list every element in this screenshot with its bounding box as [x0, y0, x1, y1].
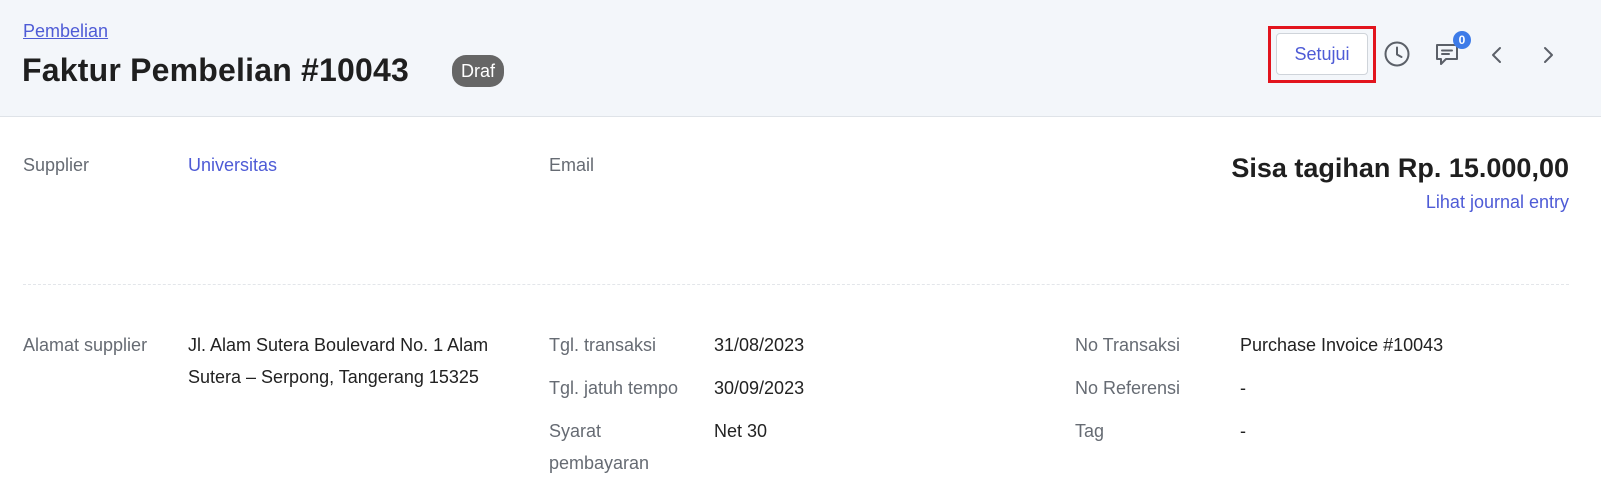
remaining-balance: Sisa tagihan Rp. 15.000,00: [1231, 153, 1569, 183]
email-label: Email: [549, 155, 595, 175]
approve-button[interactable]: Setujui: [1276, 33, 1368, 75]
payment-terms-value: Net 30: [714, 421, 768, 441]
reference-no-label: No Referensi: [1075, 378, 1181, 398]
section-divider: [23, 284, 1569, 285]
page-title: Faktur Pembelian #10043: [22, 52, 410, 88]
clock-icon: [1384, 41, 1410, 67]
address-label: Alamat supplier: [23, 335, 148, 355]
history-button[interactable]: [1380, 37, 1414, 71]
tag-value: -: [1240, 421, 1246, 441]
address-value: Jl. Alam Sutera Boulevard No. 1 Alam Sut…: [188, 335, 489, 387]
next-button[interactable]: [1531, 38, 1565, 72]
supplier-name-link[interactable]: Universitas: [188, 149, 277, 181]
previous-button[interactable]: [1480, 38, 1514, 72]
reference-no-value: -: [1240, 378, 1246, 398]
supplier-label: Supplier: [23, 155, 90, 175]
journal-entry-link[interactable]: Lihat journal entry: [1426, 192, 1569, 213]
tag-label: Tag: [1075, 421, 1105, 441]
payment-terms-label: Syarat pembayaran: [549, 421, 650, 473]
breadcrumb-link[interactable]: Pembelian: [23, 21, 108, 42]
transaction-no-value: Purchase Invoice #10043: [1240, 335, 1444, 355]
comment-count-badge: 0: [1453, 31, 1471, 49]
status-badge: Draf: [452, 55, 505, 87]
transaction-no-label: No Transaksi: [1075, 335, 1181, 355]
due-date-label: Tgl. jatuh tempo: [549, 378, 679, 398]
transaction-date-value: 31/08/2023: [714, 335, 805, 355]
chevron-left-icon: [1492, 47, 1501, 63]
transaction-date-label: Tgl. transaksi: [549, 335, 657, 355]
chevron-right-icon: [1544, 47, 1553, 63]
due-date-value: 30/09/2023: [714, 378, 805, 398]
page-header: Pembelian Faktur Pembelian #10043 Draf S…: [0, 0, 1601, 117]
